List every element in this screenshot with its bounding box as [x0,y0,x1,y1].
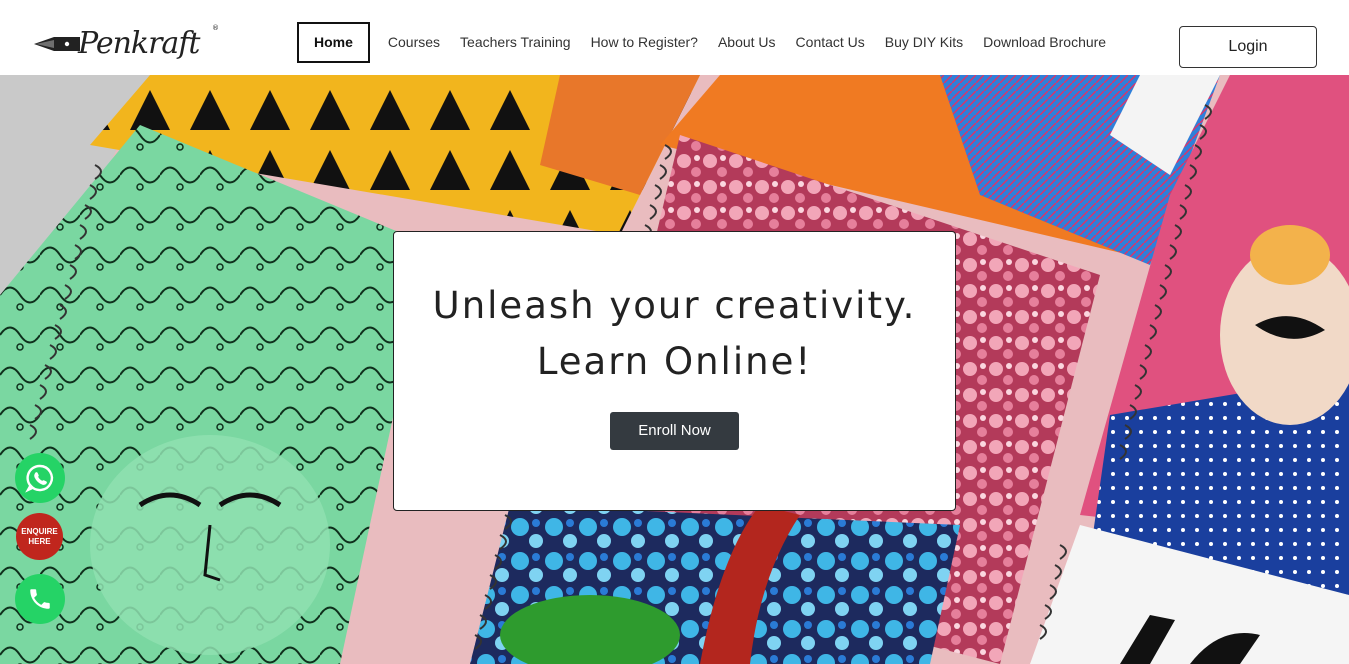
svg-text:®: ® [212,24,219,32]
nav-item-contact-us[interactable]: Contact Us [786,22,875,63]
whatsapp-icon [25,464,54,493]
hero-headline-line1: Unleash your creativity. [432,284,917,327]
svg-text:Penkraft: Penkraft [77,26,201,60]
hero-banner: Unleash your creativity. Learn Online! E… [0,75,1349,664]
nav-item-teachers-training[interactable]: Teachers Training [450,22,581,63]
enroll-now-button[interactable]: Enroll Now [610,412,739,450]
login-button[interactable]: Login [1179,26,1317,68]
site-header: Penkraft ® Home Courses Teachers Training H… [0,0,1349,75]
hero-headline-line2: Learn Online! [536,340,813,383]
call-button[interactable] [15,574,65,624]
whatsapp-button[interactable] [15,453,65,503]
penkraft-logo[interactable]: Penkraft ® [32,20,222,61]
main-nav: Home Courses Teachers Training How to Regis… [297,22,1116,63]
pen-nib-logo-icon: Penkraft ® [34,24,219,61]
phone-icon [30,589,50,609]
nav-item-how-to-register[interactable]: How to Register? [581,22,708,63]
nav-item-courses[interactable]: Courses [378,22,450,63]
nav-item-buy-diy-kits[interactable]: Buy DIY Kits [875,22,973,63]
nav-item-download-brochure[interactable]: Download Brochure [973,22,1116,63]
enquire-label-line2: HERE [28,536,51,546]
hero-card: Unleash your creativity. Learn Online! E… [393,231,956,511]
enquire-here-button[interactable]: ENQUIRE HERE [16,513,63,560]
nav-item-home[interactable]: Home [297,22,370,63]
enquire-label-line1: ENQUIRE [21,526,58,536]
nav-item-about-us[interactable]: About Us [708,22,786,63]
hero-headline: Unleash your creativity. Learn Online! [394,278,955,390]
